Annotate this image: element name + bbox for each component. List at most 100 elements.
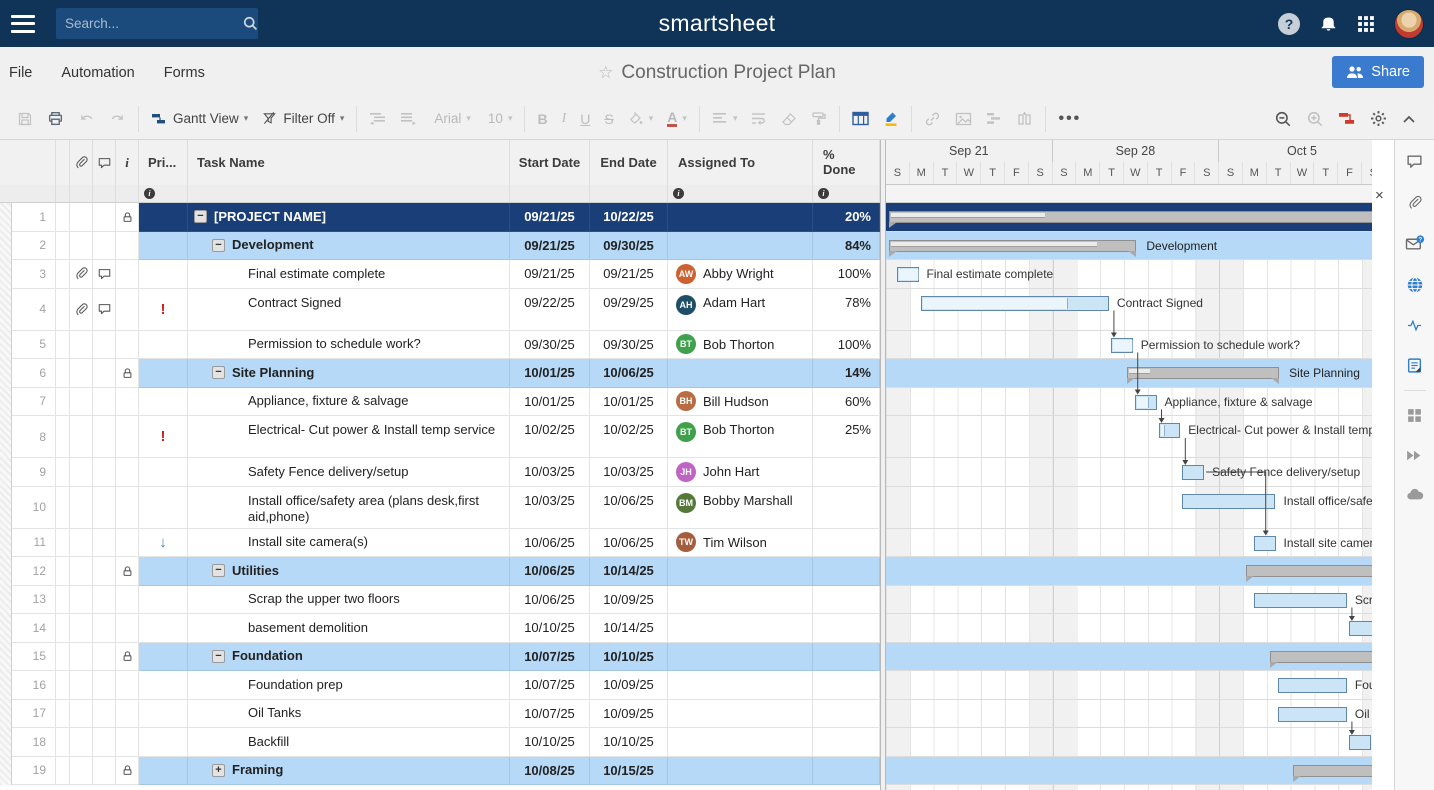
assigned-to-cell[interactable] [668, 700, 813, 729]
attachment-cell[interactable] [70, 331, 93, 360]
critical-path-icon[interactable] [1331, 104, 1363, 134]
comment-cell[interactable] [93, 331, 116, 360]
row-number[interactable]: 15 [12, 643, 56, 672]
attachment-cell[interactable] [70, 529, 93, 558]
start-date-cell[interactable]: 09/21/25 [510, 203, 590, 232]
priority-cell[interactable] [139, 700, 188, 729]
collapse-toggle[interactable]: − [212, 239, 225, 252]
menu-forms[interactable]: Forms [164, 65, 205, 81]
grid-row-7[interactable]: 7 Appliance, fixture & salvage 10/01/25 … [0, 388, 880, 417]
notifications-bell-icon[interactable] [1319, 14, 1338, 33]
end-date-cell[interactable]: 09/21/25 [590, 260, 668, 289]
zoom-in-icon[interactable] [1299, 104, 1331, 134]
pct-done-cell[interactable] [813, 700, 880, 729]
grid-row-18[interactable]: 18 Backfill 10/10/25 10/10/25 [0, 728, 880, 757]
favorite-star-icon[interactable]: ☆ [598, 63, 613, 82]
attachment-cell[interactable] [70, 289, 93, 331]
gantt-row-13[interactable]: Scrap the upper two floors [886, 586, 1372, 615]
grid-row-12[interactable]: 12 −Utilities 10/06/25 10/14/25 [0, 557, 880, 586]
user-avatar[interactable] [1394, 9, 1424, 39]
gantt-bar-task[interactable] [1349, 735, 1371, 750]
link-icon[interactable] [917, 104, 948, 134]
row-number[interactable]: 17 [12, 700, 56, 729]
filter-selector[interactable]: Filter Off▾ [255, 104, 351, 134]
attachment-cell[interactable] [70, 416, 93, 458]
gantt-row-1[interactable] [886, 203, 1372, 232]
comment-cell[interactable] [93, 359, 116, 388]
row-number[interactable]: 8 [12, 416, 56, 458]
grid-row-15[interactable]: 15 −Foundation 10/07/25 10/10/25 [0, 643, 880, 672]
row-drag-handle[interactable] [0, 289, 12, 331]
start-date-cell[interactable]: 10/02/25 [510, 416, 590, 458]
pct-done-cell[interactable] [813, 671, 880, 700]
assigned-to-cell[interactable]: BTBob Thorton [668, 416, 813, 458]
undo-icon[interactable] [71, 104, 102, 134]
comment-cell[interactable] [93, 388, 116, 417]
priority-cell[interactable] [139, 614, 188, 643]
gantt-row-17[interactable]: Oil Tanks [886, 700, 1372, 729]
font-size-selector[interactable]: 10▾ [478, 104, 520, 134]
start-date-cell[interactable]: 10/07/25 [510, 700, 590, 729]
start-date-cell[interactable]: 10/07/25 [510, 671, 590, 700]
attachment-cell[interactable] [70, 586, 93, 615]
automation-send-icon[interactable] [1405, 448, 1424, 463]
row-drag-handle[interactable] [0, 416, 12, 458]
assigned-to-cell[interactable] [668, 671, 813, 700]
gantt-bar-summary[interactable] [1246, 565, 1372, 577]
grid-row-6[interactable]: 6 −Site Planning 10/01/25 10/06/25 14% [0, 359, 880, 388]
end-date-cell[interactable]: 10/15/25 [590, 757, 668, 786]
row-number[interactable]: 7 [12, 388, 56, 417]
end-date-cell[interactable]: 09/30/25 [590, 331, 668, 360]
start-date-cell[interactable]: 09/22/25 [510, 289, 590, 331]
attachment-cell[interactable] [70, 458, 93, 487]
comment-cell[interactable] [93, 487, 116, 529]
blank-cell[interactable] [56, 260, 70, 289]
gantt-row-14[interactable]: basement demolition [886, 614, 1372, 643]
comment-cell[interactable] [93, 203, 116, 232]
collapse-toggle[interactable]: − [194, 210, 207, 223]
font-color-button[interactable]: A▾ [660, 104, 694, 134]
start-date-column-header[interactable]: Start Date [510, 140, 590, 185]
pct-done-cell[interactable] [813, 643, 880, 672]
start-date-cell[interactable]: 10/10/25 [510, 614, 590, 643]
row-drag-handle[interactable] [0, 700, 12, 729]
lock-cell[interactable] [116, 388, 139, 417]
print-icon[interactable] [40, 104, 71, 134]
task-name-cell[interactable]: basement demolition [188, 614, 510, 643]
task-name-cell[interactable]: Foundation prep [188, 671, 510, 700]
grid-row-19[interactable]: 19 +Framing 10/08/25 10/15/25 [0, 757, 880, 786]
gantt-bar-summary[interactable] [889, 211, 1372, 223]
collapse-toggle[interactable]: − [212, 366, 225, 379]
pct-done-cell[interactable] [813, 557, 880, 586]
redo-icon[interactable] [102, 104, 133, 134]
row-number[interactable]: 13 [12, 586, 56, 615]
attachment-cell[interactable] [70, 643, 93, 672]
priority-cell[interactable]: ! [139, 416, 188, 458]
gantt-row-15[interactable] [886, 643, 1372, 672]
blank-cell[interactable] [56, 643, 70, 672]
end-date-cell[interactable]: 10/09/25 [590, 700, 668, 729]
assigned-to-cell[interactable] [668, 359, 813, 388]
grid-row-10[interactable]: 10 Install office/safety area (plans des… [0, 487, 880, 529]
blank-column-header[interactable] [56, 140, 70, 185]
end-date-cell[interactable]: 10/14/25 [590, 557, 668, 586]
row-drag-handle[interactable] [0, 586, 12, 615]
attachment-cell[interactable] [70, 671, 93, 700]
lock-cell[interactable] [116, 643, 139, 672]
attachment-cell[interactable] [70, 232, 93, 261]
lock-cell[interactable] [116, 614, 139, 643]
row-number[interactable]: 19 [12, 757, 56, 786]
row-drag-handle[interactable] [0, 757, 12, 786]
comment-cell[interactable] [93, 557, 116, 586]
priority-cell[interactable] [139, 557, 188, 586]
gantt-bar-summary[interactable] [889, 240, 1137, 252]
lock-cell[interactable] [116, 529, 139, 558]
card-view-grid-icon[interactable] [845, 104, 876, 134]
row-drag-handle[interactable] [0, 614, 12, 643]
row-number[interactable]: 3 [12, 260, 56, 289]
pct-done-cell[interactable]: 78% [813, 289, 880, 331]
priority-cell[interactable] [139, 359, 188, 388]
comments-icon[interactable] [1405, 153, 1424, 170]
lock-cell[interactable] [116, 232, 139, 261]
outdent-icon[interactable] [362, 104, 393, 134]
